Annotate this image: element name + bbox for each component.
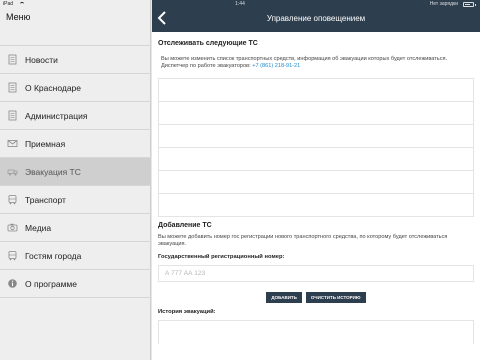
page-title: Управление оповещением <box>266 14 366 23</box>
sidebar-list: Новости О Краснодаре Администрация Прием… <box>0 45 151 298</box>
battery-icon <box>463 2 476 7</box>
add-section-title: Добавление ТС <box>158 222 212 229</box>
sidebar-item-media[interactable]: Медиа <box>0 214 151 242</box>
sidebar-item-label: Гостям города <box>25 250 82 261</box>
sidebar-item-label: Приемная <box>25 138 66 149</box>
plate-number-input[interactable] <box>158 265 474 282</box>
sidebar-item-about-krasnodar[interactable]: О Краснодаре <box>0 74 151 102</box>
dispatcher-line: Диспетчер по работе эвакуаторов: +7 (861… <box>152 63 480 70</box>
add-section-description: Вы можете добавить номер гос регистрации… <box>158 234 448 247</box>
bus-icon <box>7 250 18 261</box>
document-icon <box>7 82 18 93</box>
plate-field-label: Государственный регистрационный номер: <box>158 254 285 260</box>
clear-history-button[interactable]: ОЧИСТИТЬ ИСТОРИЮ <box>305 292 366 303</box>
sidebar-item-news[interactable]: Новости <box>0 46 151 74</box>
sidebar-item-evacuation[interactable]: Эвакуация ТС <box>0 158 151 186</box>
info-icon <box>7 278 18 289</box>
sidebar-item-city-guests[interactable]: Гостям города <box>0 242 151 270</box>
sidebar-item-label: О программе <box>25 278 78 289</box>
bus-icon <box>7 194 18 205</box>
sidebar-item-label: Администрация <box>25 110 88 121</box>
track-section-title: Отслеживать следующие ТС <box>158 40 258 47</box>
sidebar-item-reception[interactable]: Приемная <box>0 130 151 158</box>
dispatcher-label: Диспетчер по работе эвакуаторов: <box>161 63 251 69</box>
list-item[interactable] <box>158 194 474 217</box>
envelope-icon <box>7 138 18 149</box>
sidebar-menu: Меню Новости О Краснодаре Администрация … <box>0 0 151 360</box>
sidebar-item-administration[interactable]: Администрация <box>0 102 151 130</box>
sidebar-item-label: О Краснодаре <box>25 82 82 93</box>
camera-icon <box>7 222 18 233</box>
list-item[interactable] <box>158 102 474 125</box>
list-item[interactable] <box>158 148 474 171</box>
sidebar-item-label: Эвакуация ТС <box>25 166 81 177</box>
sidebar-item-label: Медиа <box>25 222 52 233</box>
tracked-vehicles-list <box>158 78 474 217</box>
status-bar: iPad 1:44 Нет зарядки <box>0 0 480 8</box>
action-buttons: ДОБАВИТЬ ОЧИСТИТЬ ИСТОРИЮ <box>256 292 376 303</box>
dispatcher-phone-link[interactable]: +7 (861) 218-91-21 <box>252 63 300 69</box>
clock-label: 1:44 <box>235 1 245 7</box>
sidebar-item-transport[interactable]: Транспорт <box>0 186 151 214</box>
main-panel: Управление оповещением Отслеживать следу… <box>152 0 480 360</box>
sidebar-item-about-app[interactable]: О программе <box>0 270 151 298</box>
document-icon <box>7 110 18 121</box>
charging-status-label: Нет зарядки <box>429 1 458 7</box>
track-section-description: Вы можете изменить список транспортных с… <box>161 56 448 62</box>
sidebar-item-label: Новости <box>25 54 58 65</box>
history-title: История эвакуаций: <box>158 309 216 315</box>
document-icon <box>7 54 18 65</box>
list-item[interactable] <box>158 171 474 194</box>
history-list <box>158 320 474 344</box>
list-item[interactable] <box>158 125 474 148</box>
list-item[interactable] <box>158 79 474 102</box>
add-button[interactable]: ДОБАВИТЬ <box>266 292 302 303</box>
tow-truck-icon <box>7 166 18 177</box>
sidebar-item-label: Транспорт <box>25 194 66 205</box>
